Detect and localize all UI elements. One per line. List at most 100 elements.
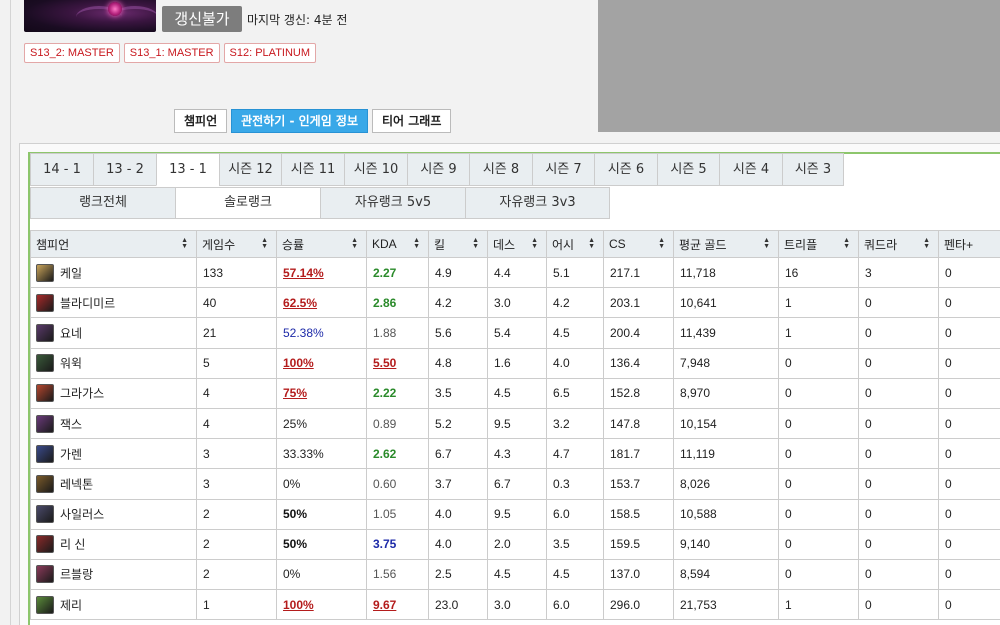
tab-queue[interactable]: 자유랭크 5v5 [320,187,465,219]
stat-value-kda: 3.75 [373,537,397,552]
stat-cell-deaths: 9.5 [487,498,547,530]
stat-value-triple: 1 [785,325,792,340]
stat-value-penta: 0 [945,265,952,280]
table-row[interactable]: 사일러스 2 50% 1.05 4.0 9.5 6.0 158.5 10,588 0 0 0 [30,498,1000,530]
stat-cell-triple: 0 [778,347,859,379]
tab-season[interactable]: 시즌 11 [281,153,344,186]
stat-value-penta: 0 [945,295,952,310]
spectate-ingame-button[interactable]: 관전하기 - 인게임 정보 [231,109,368,133]
tab-season[interactable]: 13 - 1 [156,153,219,186]
table-row[interactable]: 르블랑 2 0% 1.56 2.5 4.5 4.5 137.0 8,594 0 0 0 [30,558,1000,591]
tab-season[interactable]: 시즌 5 [657,153,719,186]
champion-view-button[interactable]: 챔피언 [174,109,228,133]
tier-badge: S13_2: MASTER [24,43,120,63]
table-row[interactable]: 그라가스 4 75% 2.22 3.5 4.5 6.5 152.8 8,970 0 0 0 [30,377,1000,409]
column-header[interactable]: CS ▲ ▼ [603,230,674,258]
season-tabs: 14 - 1 13 - 2 13 - 1 시즌 12 시즌 11 시즌 10 시즌 9 시즌 … [30,153,844,186]
column-header[interactable]: 쿼드라 ▲ ▼ [858,230,939,258]
stat-cell-kills: 4.0 [428,528,488,560]
stat-cell-winrate: 100% [276,347,367,379]
tab-season[interactable]: 14 - 1 [30,153,93,186]
column-header[interactable]: 펜타+▲▼ [938,230,1000,258]
stat-cell-cs: 159.5 [603,528,674,560]
stat-cell-games: 2 [196,498,277,530]
champion-name: 리 신 [60,537,86,552]
table-row[interactable]: 리 신 2 50% 3.75 4.0 2.0 3.5 159.5 9,140 0 0 0 [30,528,1000,560]
stat-cell-winrate: 50% [276,528,367,560]
stat-value-deaths: 6.7 [494,476,511,491]
table-row[interactable]: 워윅 5 100% 5.50 4.8 1.6 4.0 136.4 7,948 0 0 0 [30,347,1000,379]
tab-season[interactable]: 시즌 8 [469,153,532,186]
stat-cell-games: 40 [196,287,277,319]
column-header[interactable]: 데스 ▲ ▼ [487,230,547,258]
stat-value-games: 2 [203,537,210,552]
stat-value-triple: 0 [785,567,792,582]
sort-icon: ▲ ▼ [658,237,665,250]
tab-season[interactable]: 시즌 6 [594,153,657,186]
champion-icon [36,535,54,554]
column-header[interactable]: 킬 ▲ ▼ [428,230,488,258]
tier-graph-button[interactable]: 티어 그래프 [372,109,452,133]
tab-season[interactable]: 시즌 9 [407,153,469,186]
stat-cell-penta: 0 [938,317,1000,349]
column-header-label: 챔피언 [36,237,70,252]
refresh-button[interactable]: 갱신불가 [162,6,242,32]
stat-cell-cs: 137.0 [603,558,674,591]
stat-value-kills: 23.0 [435,597,459,612]
stat-cell-quadra: 0 [858,377,939,409]
column-header-label: 평균 골드 [679,237,727,252]
tab-season[interactable]: 13 - 2 [93,153,156,186]
stat-cell-gold: 10,588 [673,498,779,530]
tab-queue[interactable]: 랭크전체 [30,187,175,219]
stat-value-deaths: 2.0 [494,537,511,552]
stat-value-gold: 11,718 [680,265,716,280]
stat-cell-kda: 0.89 [366,407,429,440]
column-header[interactable]: 승률 ▲ ▼ [276,230,367,258]
tab-season[interactable]: 시즌 10 [344,153,407,186]
column-header[interactable]: 트리플 ▲ ▼ [778,230,859,258]
table-row[interactable]: 요네 21 52.38% 1.88 5.6 5.4 4.5 200.4 11,439 1 0 0 [30,317,1000,349]
tab-season[interactable]: 시즌 3 [782,153,844,186]
stat-value-deaths: 9.5 [494,416,511,431]
table-row[interactable]: 레넥톤 3 0% 0.60 3.7 6.7 0.3 153.7 8,026 0 0 0 [30,468,1000,500]
tab-season[interactable]: 시즌 4 [719,153,782,186]
column-header[interactable]: 챔피언 ▲ ▼ [30,230,197,258]
stat-value-cs: 152.8 [610,386,641,401]
table-row[interactable]: 잭스 4 25% 0.89 5.2 9.5 3.2 147.8 10,154 0 0 0 [30,407,1000,440]
stat-value-kda: 0.60 [373,476,397,491]
stat-value-games: 2 [203,507,210,522]
stat-cell-games: 4 [196,407,277,440]
column-header[interactable]: 평균 골드 ▲ ▼ [673,230,779,258]
stat-cell-deaths: 4.5 [487,558,547,591]
sort-icon: ▲ ▼ [843,237,850,250]
tab-season[interactable]: 시즌 7 [532,153,594,186]
stat-cell-assists: 6.0 [546,589,604,621]
stat-value-cs: 217.1 [610,265,641,280]
sort-icon: ▲ ▼ [413,237,420,250]
table-row[interactable]: 제리 1 100% 9.67 23.0 3.0 6.0 296.0 21,753 1 0 0 [30,589,1000,621]
stat-cell-gold: 11,119 [673,438,779,470]
champion-icon [36,444,54,463]
stat-cell-kda: 2.62 [366,438,429,470]
stat-value-games: 4 [203,416,210,431]
stat-value-quadra: 0 [865,386,872,401]
column-header[interactable]: 어시 ▲ ▼ [546,230,604,258]
table-row[interactable]: 케일 133 57.14% 2.27 4.9 4.4 5.1 217.1 11,718 16 3 0 [30,256,1000,289]
table-row[interactable]: 블라디미르 40 62.5% 2.86 4.2 3.0 4.2 203.1 10,641 1 0 0 [30,287,1000,319]
stat-cell-assists: 4.7 [546,438,604,470]
stat-cell-kills: 6.7 [428,438,488,470]
column-header[interactable]: 게임수 ▲ ▼ [196,230,277,258]
stat-cell-cs: 147.8 [603,407,674,440]
stat-cell-games: 2 [196,528,277,560]
tab-season[interactable]: 시즌 12 [219,153,281,186]
column-header[interactable]: KDA ▲ ▼ [366,230,429,258]
stat-value-winrate: 100% [283,597,314,612]
stat-cell-penta: 0 [938,347,1000,379]
tab-queue[interactable]: 자유랭크 3v3 [465,187,610,219]
champion-stats-table: 챔피언 ▲ ▼ 게임수 ▲ ▼ 승률 ▲ ▼ KDA ▲ ▼ 킬 ▲ ▼ 데스 ▲ ▼ 어시 ▲ ▼ CS ▲ ▼ 평균 골드 ▲… [30,230,1000,621]
champion-name: 그라가스 [60,386,105,401]
champion-name: 레넥톤 [60,477,94,492]
stat-value-games: 21 [203,325,217,340]
tab-queue[interactable]: 솔로랭크 [175,187,320,219]
table-row[interactable]: 가렌 3 33.33% 2.62 6.7 4.3 4.7 181.7 11,119 0 0 0 [30,438,1000,470]
